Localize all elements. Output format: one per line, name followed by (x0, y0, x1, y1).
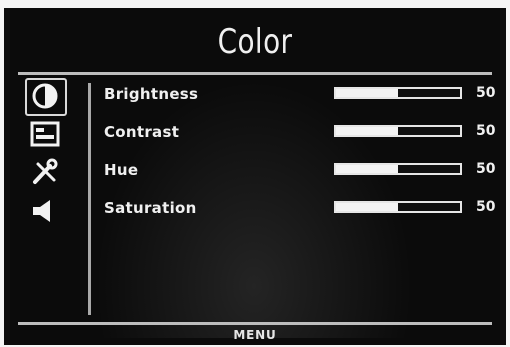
slider-fill (336, 203, 398, 211)
picture-settings-icon[interactable] (30, 120, 60, 148)
setting-value: 50 (476, 123, 496, 139)
sidebar-divider (88, 83, 91, 315)
setting-row-brightness[interactable]: Brightness 50 (104, 84, 496, 106)
footer-divider (18, 322, 492, 325)
setting-label: Saturation (104, 199, 197, 217)
setting-label: Hue (104, 161, 139, 179)
setting-value: 50 (476, 199, 496, 215)
audio-speaker-icon[interactable] (30, 196, 60, 224)
footer-hint: MENU (233, 328, 277, 342)
brightness-slider[interactable] (334, 87, 462, 99)
sidebar (22, 78, 72, 234)
setting-row-hue[interactable]: Hue 50 (104, 160, 496, 182)
saturation-slider[interactable] (334, 201, 462, 213)
contrast-slider[interactable] (334, 125, 462, 137)
color-contrast-icon[interactable] (25, 78, 67, 116)
setting-row-contrast[interactable]: Contrast 50 (104, 122, 496, 144)
setting-value: 50 (476, 85, 496, 101)
osd-screen: Color Brightness 50 Contrast 50 Hue 50 S… (4, 8, 506, 345)
slider-fill (336, 89, 398, 97)
slider-fill (336, 127, 398, 135)
menu-title: Color (217, 22, 293, 62)
slider-fill (336, 165, 398, 173)
setting-label: Contrast (104, 123, 180, 141)
hue-slider[interactable] (334, 163, 462, 175)
setting-row-saturation[interactable]: Saturation 50 (104, 198, 496, 220)
tools-icon[interactable] (30, 158, 60, 186)
title-divider (18, 72, 492, 75)
setting-value: 50 (476, 161, 496, 177)
setting-label: Brightness (104, 85, 199, 103)
